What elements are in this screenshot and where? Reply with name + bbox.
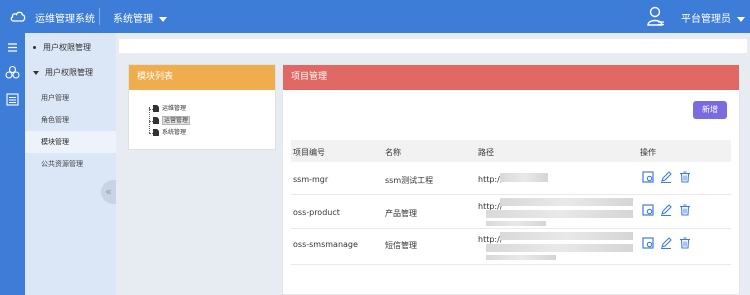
icon-nav-bar <box>0 33 25 295</box>
sidebar-item-module-management[interactable]: 模块管理 <box>25 131 116 153</box>
sidebar-group-user-permissions-expanded[interactable]: 用户权限管理 <box>25 60 116 86</box>
redacted-path <box>486 221 546 226</box>
column-header-path: 路径 <box>478 148 494 157</box>
edit-icon[interactable] <box>660 204 672 216</box>
user-name: 平台管理员 <box>681 14 731 25</box>
project-id: oss-smsmanage <box>293 240 358 249</box>
chevron-down-icon <box>737 16 745 22</box>
modules-icon[interactable] <box>4 64 21 81</box>
row-divider <box>291 194 731 195</box>
bullet-icon <box>33 46 36 49</box>
delete-icon[interactable] <box>679 204 691 216</box>
module-list-panel: 模块列表 运维管理 运营管理 系统管理 <box>128 64 276 150</box>
column-header-id: 项目编号 <box>293 148 325 157</box>
project-name: 产品管理 <box>385 209 417 218</box>
sidebar-item-user-management[interactable]: 用户管理 <box>25 87 116 109</box>
add-button[interactable]: 新增 <box>693 101 727 119</box>
project-name: 短信管理 <box>385 241 417 250</box>
config-icon[interactable] <box>642 237 654 249</box>
project-name: ssm测试工程 <box>385 176 434 185</box>
header-divider <box>99 8 100 25</box>
app-title: 运维管理系统 <box>35 14 95 25</box>
delete-icon[interactable] <box>679 171 691 183</box>
project-id: oss-product <box>293 208 340 217</box>
column-header-actions: 操作 <box>640 148 656 157</box>
redacted-path <box>486 255 556 260</box>
top-bar: 运维管理系统 系统管理 平台管理员 <box>0 0 750 33</box>
sidebar-group-label: 用户权限管理 <box>43 43 91 52</box>
row-divider <box>291 264 731 265</box>
tree-node-ops[interactable]: 运维管理 <box>149 103 190 115</box>
user-icon[interactable] <box>647 6 665 26</box>
project-id: ssm-mgr <box>293 175 329 184</box>
module-tree: 运维管理 运营管理 系统管理 <box>149 103 191 139</box>
document-icon <box>153 129 159 136</box>
edit-icon[interactable] <box>660 237 672 249</box>
module-list-title: 模块列表 <box>129 65 275 90</box>
project-path: http:// <box>478 235 503 244</box>
sidebar-group-label: 用户权限管理 <box>45 68 93 77</box>
row-divider <box>291 228 731 229</box>
cloud-logo-icon <box>10 11 26 22</box>
project-management-title: 项目管理 <box>283 65 739 90</box>
sidebar-item-role-management[interactable]: 角色管理 <box>25 109 116 131</box>
sidebar-group-user-permissions[interactable]: 用户权限管理 <box>25 35 116 61</box>
sidebar: 用户权限管理 用户权限管理 用户管理 角色管理 模块管理 公共资源管理 <box>25 33 116 295</box>
redacted-path <box>500 198 633 206</box>
config-icon[interactable] <box>642 171 654 183</box>
tree-node-system[interactable]: 系统管理 <box>149 127 190 139</box>
caret-down-icon <box>33 70 39 75</box>
table-header <box>291 140 731 162</box>
redacted-path <box>500 232 633 240</box>
chevron-down-icon <box>159 16 167 22</box>
tree-node-operations[interactable]: 运营管理 <box>149 115 191 127</box>
column-header-name: 名称 <box>385 148 401 157</box>
system-menu-label: 系统管理 <box>113 14 153 25</box>
system-menu-dropdown[interactable]: 系统管理 <box>113 10 167 25</box>
tree-connector <box>149 107 150 133</box>
content-strip <box>119 39 747 53</box>
project-path: http:// <box>478 175 503 184</box>
user-menu-dropdown[interactable]: 平台管理员 <box>681 10 745 25</box>
document-icon <box>153 105 159 112</box>
sidebar-item-public-resources[interactable]: 公共资源管理 <box>25 153 116 175</box>
redacted-path <box>486 244 633 252</box>
document-icon <box>153 117 159 124</box>
redacted-path <box>500 173 548 182</box>
config-icon[interactable] <box>642 204 654 216</box>
menu-icon[interactable] <box>4 39 21 56</box>
delete-icon[interactable] <box>679 237 691 249</box>
list-icon[interactable] <box>4 91 21 108</box>
redacted-path <box>486 210 633 218</box>
edit-icon[interactable] <box>660 171 672 183</box>
